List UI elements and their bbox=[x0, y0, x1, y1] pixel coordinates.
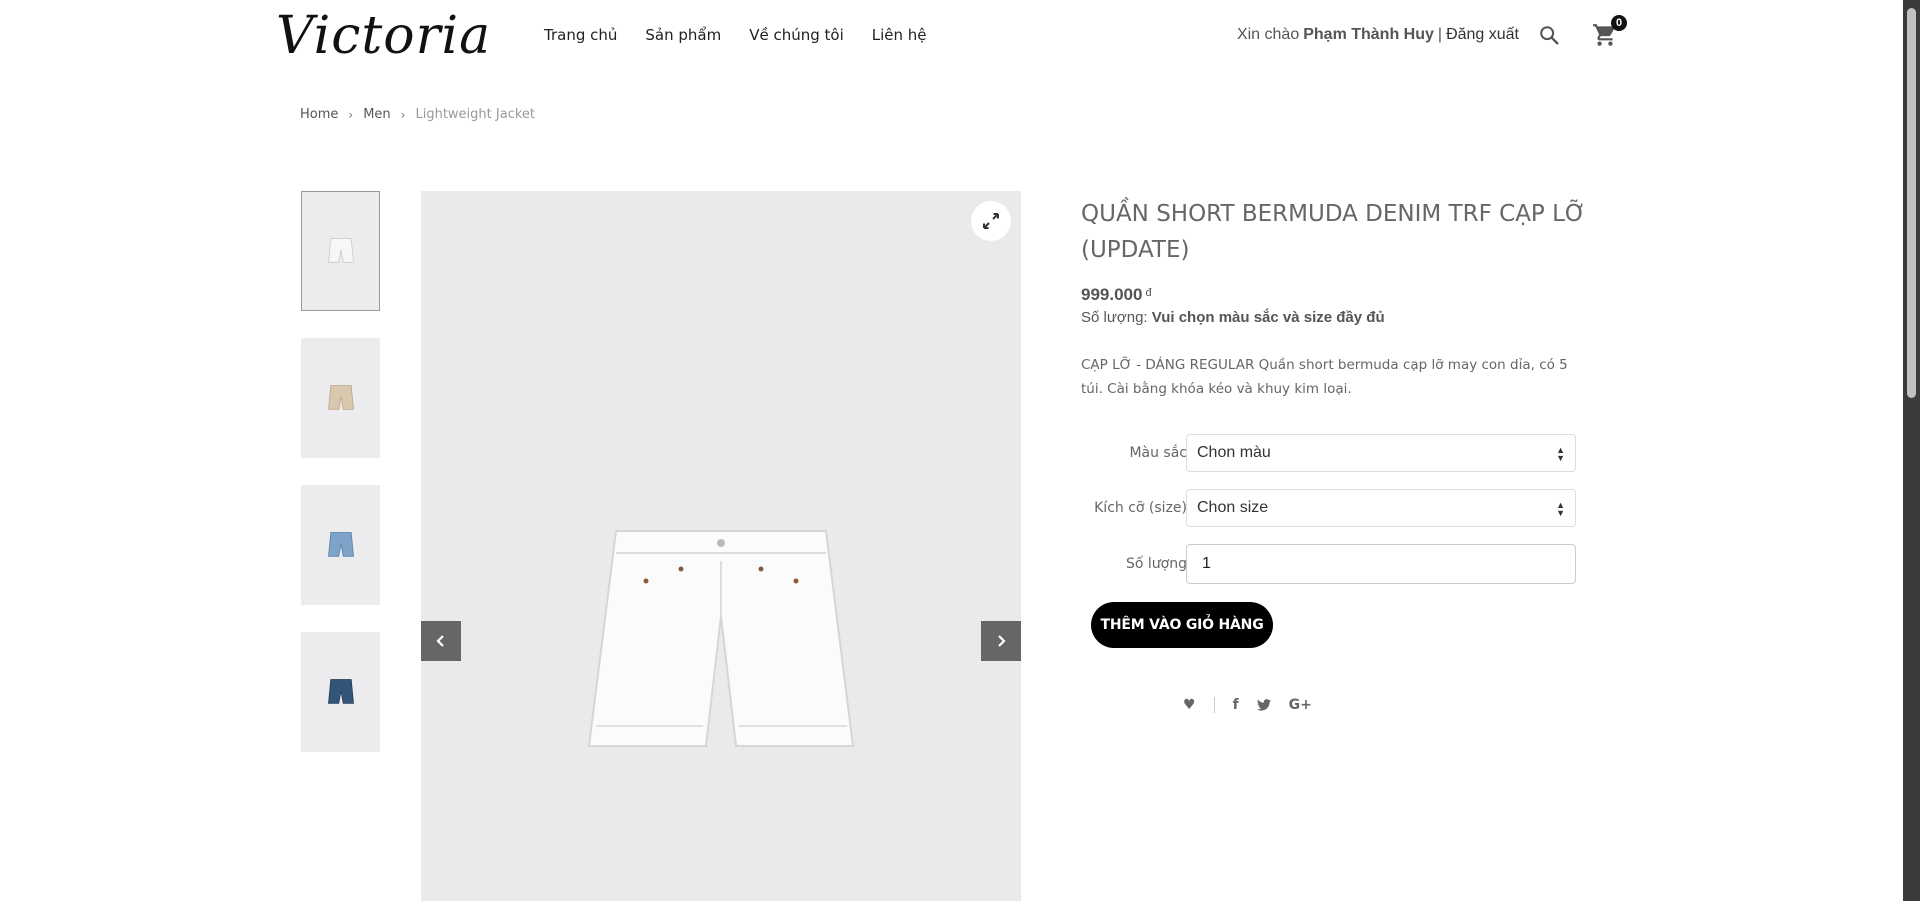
breadcrumb: Home › Men › Lightweight Jacket bbox=[300, 107, 535, 122]
nav-contact[interactable]: Liên hệ bbox=[872, 26, 927, 44]
thumbnail-light-blue[interactable] bbox=[301, 485, 380, 605]
greeting-text: Xin chào bbox=[1236, 26, 1300, 43]
divider bbox=[1213, 697, 1215, 713]
product-main-image bbox=[421, 191, 1021, 901]
color-select[interactable]: Chon màu ▲ ▼ bbox=[1186, 434, 1576, 472]
white-shorts-image bbox=[587, 530, 855, 747]
size-row: Kích cỡ (size) Chon size ▲ ▼ bbox=[1081, 489, 1576, 527]
quantity-note-text: Vui chọn màu sắc và size đầy đủ bbox=[1151, 309, 1385, 326]
size-select[interactable]: Chon size ▲ ▼ bbox=[1186, 489, 1576, 527]
breadcrumb-men[interactable]: Men bbox=[363, 107, 390, 122]
color-row: Màu sắc Chon màu ▲ ▼ bbox=[1081, 434, 1576, 472]
shorts-thumbnail-image bbox=[327, 532, 354, 557]
breadcrumb-home[interactable]: Home bbox=[300, 107, 338, 122]
logout-link[interactable]: Đăng xuất bbox=[1446, 26, 1519, 44]
product-price: 999.000 đ bbox=[1081, 285, 1152, 305]
product-page: Victoria Trang chủ Sản phẩm Về chúng tôi… bbox=[0, 0, 1920, 901]
quantity-label: Số lượng bbox=[1126, 556, 1187, 572]
expand-icon bbox=[983, 213, 999, 229]
quantity-row: Số lượng 1 bbox=[1081, 544, 1576, 584]
breadcrumb-current: Lightweight Jacket bbox=[415, 107, 535, 122]
social-share: ♥ f G+ bbox=[1183, 697, 1312, 713]
thumbnail-beige[interactable] bbox=[301, 338, 380, 458]
thumbnail-dark-blue[interactable] bbox=[301, 632, 380, 752]
cart-count-badge: 0 bbox=[1611, 15, 1627, 31]
twitter-icon[interactable] bbox=[1256, 699, 1271, 711]
chevron-right-icon: › bbox=[348, 107, 354, 122]
main-nav: Trang chủ Sản phẩm Về chúng tôi Liên hệ bbox=[544, 26, 927, 44]
shorts-thumbnail-image bbox=[327, 238, 354, 263]
shorts-thumbnail-image bbox=[327, 385, 354, 410]
color-select-value: Chon màu bbox=[1197, 444, 1271, 461]
thumbnail-white[interactable] bbox=[301, 191, 380, 311]
site-logo[interactable]: Victoria bbox=[276, 6, 491, 66]
currency-symbol: đ bbox=[1145, 287, 1152, 299]
product-description: CẠP LỠ - DÁNG REGULAR Quần short bermuda… bbox=[1081, 357, 1568, 397]
chevron-left-icon bbox=[436, 635, 444, 647]
product-title: QUẦN SHORT BERMUDA DENIM TRF CẠP LỠ (UPD… bbox=[1081, 201, 1586, 263]
user-greeting: Xin chào Phạm Thành Huy | Đăng xuất bbox=[1237, 26, 1519, 44]
chevron-right-icon bbox=[998, 635, 1006, 647]
separator: | bbox=[1437, 26, 1443, 43]
size-label: Kích cỡ (size) bbox=[1094, 500, 1187, 516]
size-select-value: Chon size bbox=[1197, 499, 1269, 516]
select-caret-icon: ▲ ▼ bbox=[1556, 445, 1565, 463]
search-icon[interactable] bbox=[1538, 24, 1560, 46]
add-to-cart-button[interactable]: THÊM VÀO GIỎ HÀNG bbox=[1091, 602, 1273, 648]
scrollbar-thumb[interactable] bbox=[1907, 8, 1916, 398]
quantity-note-label: Số lượng: bbox=[1081, 309, 1148, 326]
quantity-input[interactable]: 1 bbox=[1186, 544, 1576, 584]
facebook-icon[interactable]: f bbox=[1233, 697, 1239, 713]
page-scrollbar[interactable] bbox=[1903, 0, 1920, 901]
prev-image-button[interactable] bbox=[421, 621, 461, 661]
nav-home[interactable]: Trang chủ bbox=[544, 26, 617, 44]
google-plus-icon[interactable]: G+ bbox=[1289, 697, 1312, 713]
quantity-note: Số lượng: Vui chọn màu sắc và size đầy đ… bbox=[1081, 309, 1385, 326]
color-label: Màu sắc bbox=[1129, 445, 1187, 461]
thumbnail-list bbox=[301, 191, 380, 779]
price-value: 999.000 bbox=[1081, 285, 1143, 304]
next-image-button[interactable] bbox=[981, 621, 1021, 661]
nav-products[interactable]: Sản phẩm bbox=[645, 26, 721, 44]
shorts-thumbnail-image bbox=[327, 679, 354, 704]
username: Phạm Thành Huy bbox=[1303, 26, 1434, 43]
expand-button[interactable] bbox=[971, 201, 1011, 241]
select-caret-icon: ▲ ▼ bbox=[1556, 500, 1565, 518]
chevron-right-icon: › bbox=[400, 107, 406, 122]
nav-about[interactable]: Về chúng tôi bbox=[749, 26, 844, 44]
heart-icon[interactable]: ♥ bbox=[1183, 697, 1196, 713]
